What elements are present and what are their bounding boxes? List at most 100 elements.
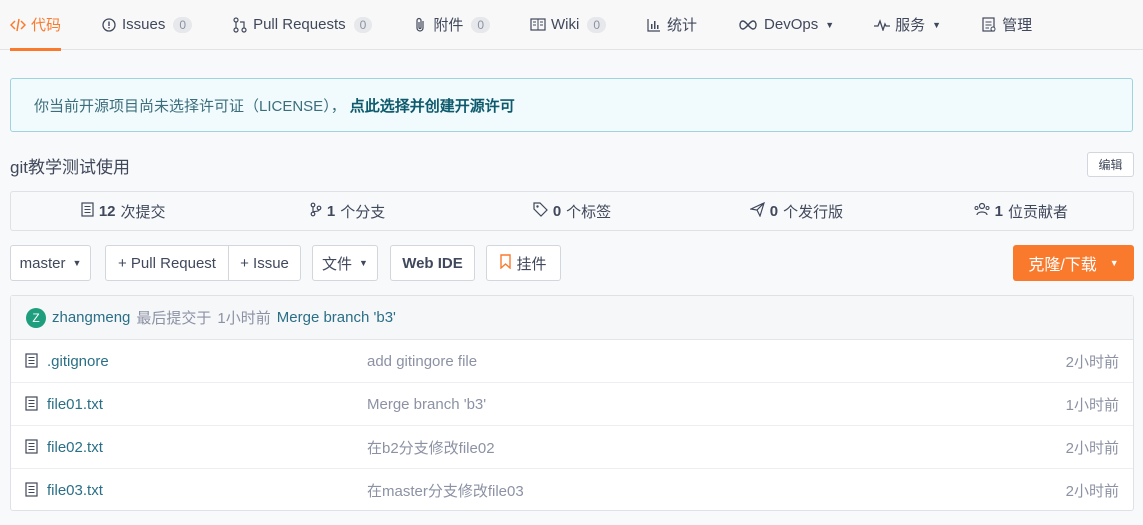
file-commit-time: 2小时前	[1065, 439, 1119, 457]
tab-label: 服务	[895, 17, 926, 34]
devops-icon	[737, 17, 759, 33]
branch-select-value: master	[19, 254, 66, 272]
commit-time: 1小时前	[217, 310, 271, 327]
file-row[interactable]: file03.txt 在master分支修改file03 2小时前	[11, 469, 1133, 512]
avatar[interactable]: Z	[26, 307, 46, 328]
tab-attachments[interactable]: 附件 0	[412, 0, 491, 50]
manage-icon	[981, 17, 997, 33]
stat-releases[interactable]: 0 个发行版	[684, 201, 908, 222]
attachment-icon	[412, 17, 428, 33]
file-row[interactable]: file02.txt 在b2分支修改file02 2小时前	[11, 426, 1133, 469]
clone-download-button[interactable]: 克隆/下载 ▼	[1013, 245, 1134, 281]
contributors-icon	[974, 202, 990, 220]
tags-label: 个标签	[566, 203, 612, 221]
repo-stats-bar: 12 次提交 1 个分支 0 个标签 0 个发行版 1 位贡献者	[10, 191, 1134, 231]
web-ide-button[interactable]: Web IDE	[390, 245, 475, 281]
file-name-link[interactable]: file02.txt	[47, 439, 103, 456]
file-name-link[interactable]: .gitignore	[47, 353, 109, 370]
latest-commit-bar: Z zhangmeng 最后提交于 1小时前 Merge branch 'b3'	[11, 296, 1133, 340]
file-list: Z zhangmeng 最后提交于 1小时前 Merge branch 'b3'…	[10, 295, 1134, 511]
file-commit-time: 2小时前	[1065, 353, 1119, 371]
tab-issues[interactable]: Issues 0	[101, 0, 193, 50]
wiki-icon	[530, 17, 546, 33]
tab-label: DevOps	[764, 16, 819, 33]
repo-description: git教学测试使用	[10, 158, 130, 177]
bookmark-icon	[500, 253, 512, 273]
tab-manage[interactable]: 管理	[981, 0, 1032, 50]
branch-icon	[310, 202, 322, 221]
file-row[interactable]: file01.txt Merge branch 'b3' 1小时前	[11, 383, 1133, 426]
chevron-down-icon: ▼	[932, 19, 942, 30]
file-menu-label: 文件	[322, 255, 353, 273]
tab-label: 统计	[667, 17, 698, 34]
stat-commits[interactable]: 12 次提交	[11, 201, 235, 222]
tab-label: 附件	[433, 17, 464, 34]
commit-message-link[interactable]: Merge branch 'b3'	[277, 309, 396, 326]
new-issue-button[interactable]: + Issue	[228, 245, 301, 281]
file-icon	[25, 353, 38, 372]
file-commit-message[interactable]: 在master分支修改file03	[367, 480, 524, 501]
issue-icon	[101, 17, 117, 33]
edit-description-button[interactable]: 编辑	[1087, 152, 1134, 177]
chevron-down-icon: ▼	[825, 19, 835, 30]
branches-count: 1	[326, 202, 336, 220]
commits-count: 12	[98, 202, 116, 220]
file-menu-button[interactable]: 文件 ▼	[312, 245, 378, 281]
stat-branches[interactable]: 1 个分支	[235, 201, 459, 222]
stat-contributors[interactable]: 1 位贡献者	[909, 201, 1133, 222]
file-commit-message[interactable]: Merge branch 'b3'	[367, 396, 486, 413]
tab-devops[interactable]: DevOps ▼	[737, 0, 834, 50]
tab-code[interactable]: 代码	[10, 0, 62, 51]
chevron-down-icon: ▼	[1109, 258, 1119, 268]
pull-request-icon	[232, 16, 248, 33]
tab-label: Wiki	[551, 16, 580, 33]
file-commit-message[interactable]: 在b2分支修改file02	[367, 437, 495, 458]
file-icon	[25, 396, 38, 415]
commit-icon	[81, 201, 94, 221]
chevron-down-icon: ▼	[72, 258, 82, 268]
file-icon	[25, 482, 38, 501]
tab-pull-requests[interactable]: Pull Requests 0	[232, 0, 373, 50]
issues-count-badge: 0	[173, 16, 193, 33]
contributors-count: 1	[994, 202, 1003, 220]
widget-button[interactable]: 挂件	[486, 245, 561, 281]
commit-author-link[interactable]: zhangmeng	[52, 309, 130, 326]
contributors-label: 位贡献者	[1007, 203, 1068, 221]
service-icon	[874, 17, 891, 33]
attachments-count-badge: 0	[471, 16, 491, 33]
wiki-count-badge: 0	[587, 16, 607, 33]
new-pull-request-button[interactable]: + Pull Request	[105, 245, 229, 281]
tab-label: 管理	[1002, 17, 1033, 34]
file-commit-message[interactable]: add gitingore file	[367, 353, 477, 370]
branches-label: 个分支	[340, 203, 386, 221]
tab-label: Pull Requests	[253, 16, 346, 33]
clone-download-label: 克隆/下载	[1028, 257, 1097, 274]
branch-select[interactable]: master ▼	[10, 245, 91, 281]
file-commit-time: 2小时前	[1065, 483, 1119, 500]
tab-services[interactable]: 服务 ▼	[874, 0, 941, 50]
tab-stats[interactable]: 统计	[646, 0, 697, 50]
commits-label: 次提交	[120, 203, 166, 221]
stat-tags[interactable]: 0 个标签	[460, 201, 684, 222]
stats-icon	[646, 17, 662, 33]
file-name-link[interactable]: file01.txt	[47, 396, 103, 413]
tags-count: 0	[552, 202, 562, 220]
code-icon	[10, 17, 26, 33]
choose-license-link[interactable]: 点此选择并创建开源许可	[350, 95, 515, 116]
tag-icon	[533, 201, 548, 221]
file-row[interactable]: .gitignore add gitingore file 2小时前	[11, 340, 1133, 383]
release-icon	[748, 201, 765, 221]
tab-label: 代码	[31, 17, 62, 34]
widget-label: 挂件	[516, 255, 547, 273]
repo-tab-bar: 代码 Issues 0 Pull Requests 0 附件 0 Wiki 0 …	[0, 0, 1143, 51]
file-name-link[interactable]: file03.txt	[47, 482, 103, 499]
pull-requests-count-badge: 0	[353, 16, 373, 33]
file-commit-time: 1小时前	[1065, 396, 1119, 414]
tab-label: Issues	[122, 16, 166, 33]
releases-label: 个发行版	[783, 203, 844, 221]
tab-wiki[interactable]: Wiki 0	[530, 0, 607, 50]
repo-toolbar: master ▼ + Pull Request + Issue 文件 ▼ Web…	[10, 245, 1134, 281]
license-notice: 你当前开源项目尚未选择许可证（LICENSE）， 点此选择并创建开源许可	[10, 78, 1133, 132]
license-notice-text: 你当前开源项目尚未选择许可证（LICENSE），	[34, 97, 346, 115]
commit-action-text: 最后提交于	[136, 310, 212, 327]
